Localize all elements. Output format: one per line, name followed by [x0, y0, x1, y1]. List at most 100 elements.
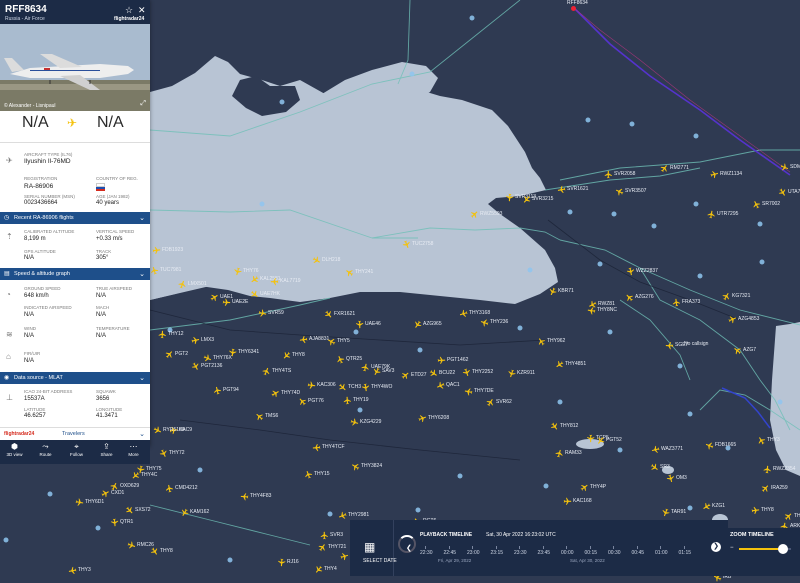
- aircraft-marker[interactable]: [227, 347, 237, 357]
- aircraft-marker[interactable]: [298, 334, 308, 344]
- aircraft-callsign-label[interactable]: THY76: [243, 268, 259, 274]
- aircraft-callsign-label[interactable]: KZR911: [517, 370, 535, 376]
- aircraft-callsign-label[interactable]: CXD1: [111, 490, 124, 496]
- aircraft-callsign-label[interactable]: TAR91: [671, 509, 686, 515]
- aircraft-callsign-label[interactable]: FRA373: [682, 299, 700, 305]
- aircraft-callsign-label[interactable]: WAZ3771: [661, 446, 683, 452]
- aircraft-marker[interactable]: [222, 298, 232, 308]
- aircraft-callsign-label[interactable]: LMX3: [201, 337, 214, 343]
- aircraft-callsign-label[interactable]: UAE46: [365, 321, 381, 327]
- aircraft-callsign-label[interactable]: THY241: [355, 269, 373, 275]
- aircraft-marker[interactable]: [277, 558, 287, 568]
- timeline-tick-label[interactable]: 23:30: [514, 550, 527, 556]
- aircraft-callsign-label[interactable]: THY8: [160, 548, 173, 554]
- selected-aircraft-marker[interactable]: [571, 6, 576, 11]
- aircraft-callsign-label[interactable]: THY4TS: [272, 368, 291, 374]
- aircraft-callsign-label[interactable]: THY6341: [238, 349, 259, 355]
- timeline-tick-label[interactable]: 23:15: [491, 550, 504, 556]
- aircraft-photo[interactable]: © Alexander - Lisnipaul ⤢: [0, 24, 150, 111]
- aircraft-marker[interactable]: [158, 330, 167, 339]
- timeline-tick-label[interactable]: 23:00: [467, 550, 480, 556]
- aircraft-callsign-label[interactable]: SXS72: [135, 507, 151, 513]
- aircraft-callsign-label[interactable]: UTA7561: [788, 189, 800, 195]
- zoom-slider[interactable]: [739, 544, 791, 554]
- aircraft-callsign-label[interactable]: KBR71: [558, 288, 574, 294]
- aircraft-callsign-label[interactable]: UTR7295: [717, 211, 738, 217]
- aircraft-marker[interactable]: [270, 277, 279, 286]
- aircraft-callsign-label[interactable]: SAV3: [382, 368, 394, 374]
- aircraft-callsign-label[interactable]: KZG4229: [360, 419, 381, 425]
- aircraft-callsign-label[interactable]: THY721: [328, 544, 346, 550]
- aircraft-callsign-label[interactable]: SVR3: [330, 532, 343, 538]
- timeline-tick-label[interactable]: 00:45: [632, 550, 645, 556]
- timeline-tick-label[interactable]: 00:30: [608, 550, 621, 556]
- aircraft-callsign-label[interactable]: TUC2758: [412, 241, 433, 247]
- aircraft-callsign-label[interactable]: THY4P: [590, 484, 606, 490]
- share-button[interactable]: ⇪ Share: [94, 442, 119, 457]
- aircraft-callsign-label[interactable]: PGT2: [175, 351, 188, 357]
- aircraft-callsign-label[interactable]: THY4: [324, 566, 337, 572]
- aircraft-marker[interactable]: [343, 396, 353, 406]
- aircraft-callsign-label[interactable]: CMD4212: [175, 485, 198, 491]
- aircraft-callsign-label[interactable]: BCU22: [439, 370, 455, 376]
- follow-button[interactable]: ⌖ Follow: [64, 442, 89, 457]
- aircraft-callsign-label[interactable]: THY72: [169, 450, 185, 456]
- aircraft-callsign-label[interactable]: SVR62: [496, 399, 512, 405]
- aircraft-callsign-label[interactable]: TUC7981: [160, 267, 181, 273]
- aircraft-callsign-label[interactable]: FDB1665: [715, 442, 736, 448]
- aircraft-callsign-label[interactable]: DLH218: [322, 257, 340, 263]
- aircraft-marker[interactable]: [604, 170, 613, 179]
- timeline-tick-label[interactable]: 01:00: [655, 550, 668, 556]
- aircraft-marker[interactable]: [110, 518, 120, 528]
- aircraft-callsign-label[interactable]: PGT1462: [447, 357, 468, 363]
- recent-flights-header[interactable]: ◷ Recent RA-86906 flights ⌄: [0, 212, 150, 224]
- aircraft-callsign-label[interactable]: THY12: [168, 331, 184, 337]
- aircraft-callsign-label[interactable]: RYR5100: [163, 427, 185, 433]
- aircraft-callsign-label[interactable]: THY6208: [428, 415, 449, 421]
- aircraft-callsign-label[interactable]: PGT2136: [201, 363, 222, 369]
- aircraft-callsign-label[interactable]: PGT52: [606, 437, 622, 443]
- aircraft-callsign-label[interactable]: LMX501: [188, 281, 207, 287]
- aircraft-callsign-label[interactable]: WZZ2837: [636, 268, 658, 274]
- aircraft-callsign-label[interactable]: KG7321: [732, 293, 750, 299]
- aircraft-marker[interactable]: [750, 505, 760, 515]
- aircraft-callsign-label[interactable]: UAE7HK: [260, 291, 280, 297]
- aircraft-callsign-label[interactable]: UAE2E: [232, 299, 248, 305]
- timeline-tick-label[interactable]: 01:15: [679, 550, 692, 556]
- aircraft-callsign-label[interactable]: THY6D1: [85, 499, 104, 505]
- aircraft-callsign-label[interactable]: THY3824: [361, 463, 382, 469]
- aircraft-marker[interactable]: [665, 341, 674, 350]
- aircraft-callsign-label[interactable]: RM2771: [670, 165, 689, 171]
- aircraft-marker[interactable]: [437, 356, 446, 365]
- data-source-header[interactable]: ◉ Data source - MLAT ⌄: [0, 372, 150, 384]
- aircraft-callsign-label[interactable]: QAC1: [446, 382, 460, 388]
- aircraft-marker[interactable]: [671, 297, 681, 307]
- aircraft-callsign-label[interactable]: RJ16: [287, 559, 299, 565]
- registration[interactable]: RA-86906: [24, 183, 53, 190]
- aircraft-callsign-label[interactable]: OXD629: [120, 483, 139, 489]
- aircraft-marker[interactable]: [625, 266, 636, 277]
- aircraft-callsign-label[interactable]: AZG276: [635, 294, 654, 300]
- aircraft-callsign-label[interactable]: QTR25: [346, 356, 362, 362]
- star-icon[interactable]: ☆: [125, 6, 133, 15]
- aircraft-marker[interactable]: [586, 305, 596, 315]
- aircraft-callsign-label[interactable]: THY3168: [469, 310, 490, 316]
- select-date-button[interactable]: ▦: [350, 520, 394, 576]
- timeline-tick-label[interactable]: 22:30: [420, 550, 433, 556]
- aircraft-marker[interactable]: [763, 465, 773, 475]
- aircraft-callsign-label[interactable]: THY2981: [348, 512, 369, 518]
- aircraft-callsign-label[interactable]: QTR1: [120, 519, 133, 525]
- aircraft-callsign-label[interactable]: THY4F83: [250, 493, 271, 499]
- aircraft-callsign-label[interactable]: THY812: [560, 423, 578, 429]
- aircraft-marker[interactable]: [706, 209, 716, 219]
- rewind-icon[interactable]: ❮: [406, 544, 412, 552]
- aircraft-callsign-label[interactable]: SR3: [660, 464, 670, 470]
- aircraft-callsign-label[interactable]: THY2252: [472, 369, 493, 375]
- aircraft-marker[interactable]: [563, 497, 572, 506]
- aircraft-marker[interactable]: [463, 386, 474, 397]
- aircraft-callsign-label[interactable]: RWZ1134: [720, 171, 742, 177]
- aircraft-callsign-label[interactable]: AZG4853: [738, 316, 759, 322]
- aircraft-callsign-label[interactable]: THY7DE: [474, 388, 494, 394]
- aircraft-callsign-label[interactable]: AZG965: [423, 321, 442, 327]
- aircraft-callsign-label[interactable]: THY4C: [141, 472, 157, 478]
